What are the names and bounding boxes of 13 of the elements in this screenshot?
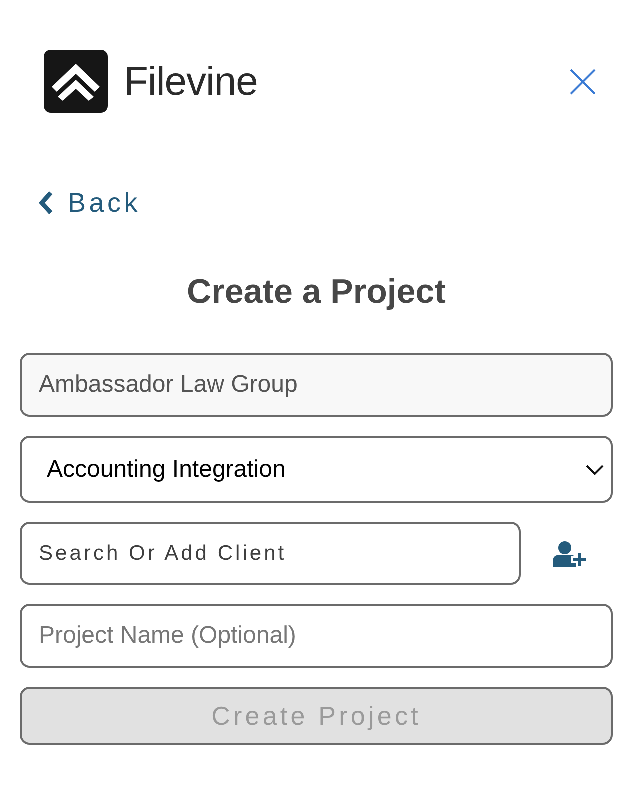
back-link[interactable]: Back [38, 189, 141, 217]
project-type-select[interactable]: Accounting Integration [20, 436, 613, 503]
chevron-left-icon [38, 191, 54, 215]
chevron-down-icon [586, 464, 604, 474]
close-button[interactable] [570, 68, 596, 94]
logo-icon [44, 50, 108, 113]
add-client-button[interactable] [553, 540, 587, 566]
close-icon [570, 68, 596, 94]
add-user-icon [553, 540, 587, 566]
page-title: Create a Project [186, 272, 447, 312]
project-name-field[interactable]: Project Name (Optional) [20, 604, 613, 668]
client-search-field[interactable]: Search Or Add Client [20, 522, 521, 585]
brand-name: Filevine [124, 62, 258, 102]
